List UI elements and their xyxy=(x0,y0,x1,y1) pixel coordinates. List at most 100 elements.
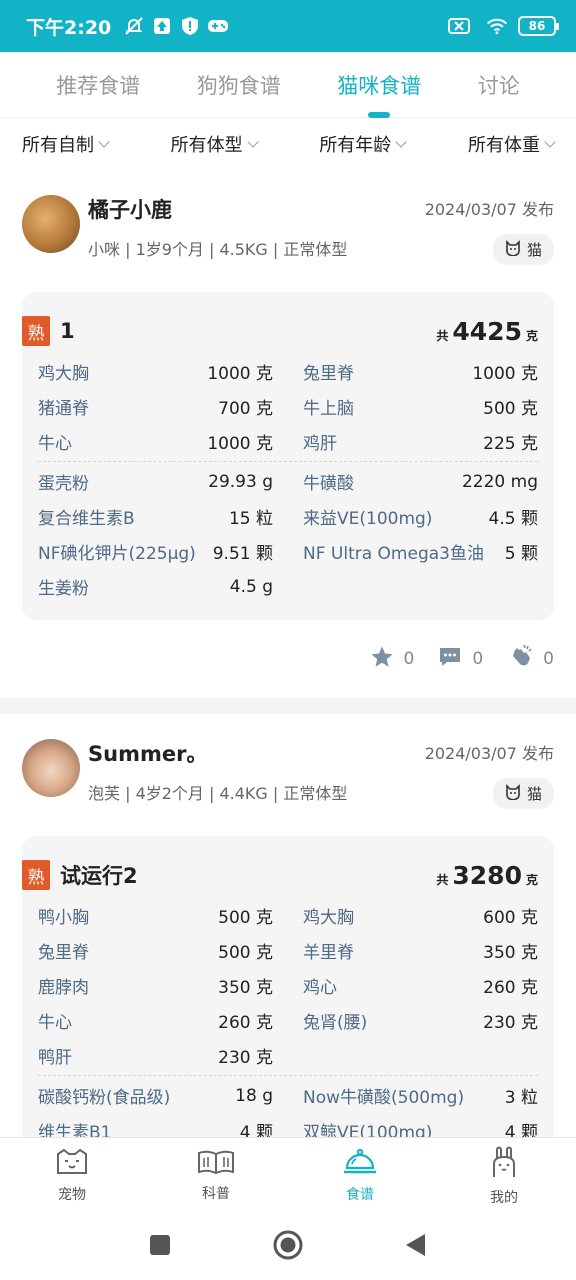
recipe-tabs: 推荐食谱 狗狗食谱 猫咪食谱 讨论 xyxy=(0,52,576,118)
total-weight: 3280 xyxy=(452,860,522,890)
supplement-row: NF Ultra Omega3鱼油 5 颗 xyxy=(303,534,538,569)
post-header: Summer。 泡芙 | 4岁2个月 | 4.4KG | 正常体型 2024/0… xyxy=(22,734,554,826)
favorite-button[interactable]: 0 xyxy=(370,645,415,674)
tab-recommended[interactable]: 推荐食谱 xyxy=(50,70,146,100)
avatar[interactable] xyxy=(22,195,80,253)
ingredient-name: 牛心 xyxy=(38,1013,72,1033)
ingredient-name: 鸡大胸 xyxy=(303,908,354,928)
tab-cat-recipes[interactable]: 猫咪食谱 xyxy=(331,70,427,100)
supplement-row: 牛磺酸 2220 mg xyxy=(303,464,538,499)
ingredient-qty: 500 克 xyxy=(218,943,273,963)
ingredient-name: 牛心 xyxy=(38,434,72,454)
supplement-name: 蛋壳粉 xyxy=(38,474,89,494)
supplement-qty: 18 g xyxy=(235,1085,273,1106)
divider xyxy=(38,461,538,462)
avatar[interactable] xyxy=(22,739,80,797)
ingredient-name: 羊里脊 xyxy=(303,943,354,963)
ingredient-row: 牛心 260 克 xyxy=(38,1003,273,1038)
nav-label: 食谱 xyxy=(346,1186,374,1203)
species-badge: 猫 xyxy=(492,778,554,809)
cooked-badge: 熟 xyxy=(22,860,50,890)
filter-weight[interactable]: 所有体重 xyxy=(467,131,556,157)
recipe-post[interactable]: Summer。 泡芙 | 4岁2个月 | 4.4KG | 正常体型 2024/0… xyxy=(0,698,576,1137)
ingredient-qty: 350 克 xyxy=(218,978,273,998)
recipe-post[interactable]: 橘子小鹿 小咪 | 1岁9个月 | 4.5KG | 正常体型 2024/03/0… xyxy=(0,170,576,698)
ingredient-grid: 鸡大胸 1000 克 兔里脊 1000 克 猪通脊 700 克 牛上脑 500 克 牛心… xyxy=(22,354,538,604)
supplement-row: Now牛磺酸(500mg) 3 粒 xyxy=(303,1078,538,1113)
recipe-feed[interactable]: 橘子小鹿 小咪 | 1岁9个月 | 4.5KG | 正常体型 2024/03/0… xyxy=(0,170,576,1137)
comment-button[interactable]: 0 xyxy=(438,646,483,673)
ingredient-qty: 1000 克 xyxy=(207,434,273,454)
supplement-qty: 15 粒 xyxy=(228,509,273,529)
ingredient-qty: 225 克 xyxy=(483,434,538,454)
tab-dog-recipes[interactable]: 狗狗食谱 xyxy=(191,70,287,100)
supplement-row: 碳酸钙粉(食品级) 18 g xyxy=(38,1078,273,1113)
supplement-qty: 9.51 颗 xyxy=(212,544,273,564)
supplement-row: 复合维生素B 15 粒 xyxy=(38,499,273,534)
supplement-name: 牛磺酸 xyxy=(303,474,354,494)
nav-recipes[interactable]: 食谱 xyxy=(310,1148,410,1204)
profile-bunny-icon xyxy=(489,1145,519,1183)
supplement-name: 双鲸VE(100mg) xyxy=(303,1123,433,1137)
clap-hands-icon xyxy=(507,644,533,675)
author-name[interactable]: 橘子小鹿 xyxy=(88,194,347,224)
recipe-card[interactable]: 熟 1 共 4425 克 鸡大胸 1000 克 兔里脊 1000 克 猪通脊 700 … xyxy=(22,292,554,620)
recents-square-icon[interactable] xyxy=(148,1233,172,1261)
supplement-qty: 4 颗 xyxy=(504,1123,538,1137)
cooked-badge: 熟 xyxy=(22,316,50,346)
star-icon xyxy=(370,645,394,674)
ingredient-row: 兔里脊 500 克 xyxy=(38,933,273,968)
book-icon xyxy=(197,1149,235,1179)
favorite-count: 0 xyxy=(403,649,415,669)
shield-icon xyxy=(179,15,201,37)
total-weight: 4425 xyxy=(452,316,522,346)
supplement-name: 生姜粉 xyxy=(38,579,89,599)
tab-discussion[interactable]: 讨论 xyxy=(472,70,526,100)
author-name[interactable]: Summer。 xyxy=(88,738,347,768)
ingredient-row: 鸡大胸 1000 克 xyxy=(38,354,273,389)
nav-pets[interactable]: 宠物 xyxy=(22,1148,122,1204)
filter-age[interactable]: 所有年龄 xyxy=(319,131,407,157)
supplement-row: 双鲸VE(100mg) 4 颗 xyxy=(303,1113,538,1137)
ingredient-qty: 260 克 xyxy=(483,978,538,998)
filter-body-type[interactable]: 所有体型 xyxy=(170,131,259,157)
supplement-row: 来益VE(100mg) 4.5 颗 xyxy=(303,499,538,534)
supplement-name: 复合维生素B xyxy=(38,509,135,529)
ingredient-row: 兔肾(腰) 230 克 xyxy=(303,1003,538,1038)
species-badge: 猫 xyxy=(492,234,554,265)
filter-label: 所有体型 xyxy=(170,135,243,156)
supplement-name: 碳酸钙粉(食品级) xyxy=(38,1088,171,1108)
ingredient-row: 鸡大胸 600 克 xyxy=(303,898,538,933)
filter-label: 所有体重 xyxy=(467,135,540,156)
ingredient-name: 鹿脖肉 xyxy=(38,978,89,998)
clap-button[interactable]: 0 xyxy=(507,644,554,675)
ingredient-name: 鸡肝 xyxy=(303,434,337,454)
supplement-qty: 29.93 g xyxy=(208,471,273,492)
back-triangle-icon[interactable] xyxy=(404,1232,428,1262)
ingredient-name: 牛上脑 xyxy=(303,399,354,419)
mute-bell-icon xyxy=(123,15,145,37)
nav-profile[interactable]: 我的 xyxy=(454,1145,554,1207)
species-label: 猫 xyxy=(526,241,542,259)
ingredient-qty: 1000 克 xyxy=(472,364,538,384)
chevron-down-icon xyxy=(98,136,110,148)
recipe-card[interactable]: 熟 试运行2 共 3280 克 鸭小胸 500 克 鸡大胸 600 克 兔里脊 500… xyxy=(22,836,554,1137)
sim-x-icon xyxy=(448,15,470,37)
chevron-down-icon xyxy=(246,136,259,148)
supplement-row: 维生素B1 4 颗 xyxy=(38,1113,273,1137)
ingredient-row: 鸭肝 230 克 xyxy=(38,1038,273,1073)
ingredient-row: 羊里脊 350 克 xyxy=(303,933,538,968)
ingredient-row: 牛上脑 500 克 xyxy=(303,389,538,424)
nav-knowledge[interactable]: 科普 xyxy=(166,1149,266,1203)
chevron-down-icon xyxy=(544,136,556,148)
supplement-name: 来益VE(100mg) xyxy=(303,509,433,529)
ingredient-qty: 1000 克 xyxy=(207,364,273,384)
ingredient-row-empty xyxy=(303,1038,538,1073)
post-header: 橘子小鹿 小咪 | 1岁9个月 | 4.5KG | 正常体型 2024/03/0… xyxy=(22,190,554,282)
ingredient-qty: 500 克 xyxy=(218,908,273,928)
home-circle-icon[interactable] xyxy=(272,1229,304,1265)
filter-homemade[interactable]: 所有自制 xyxy=(22,131,110,157)
ingredient-name: 鸡心 xyxy=(303,978,337,998)
ingredient-row: 鸭小胸 500 克 xyxy=(38,898,273,933)
nav-label: 宠物 xyxy=(58,1186,86,1203)
